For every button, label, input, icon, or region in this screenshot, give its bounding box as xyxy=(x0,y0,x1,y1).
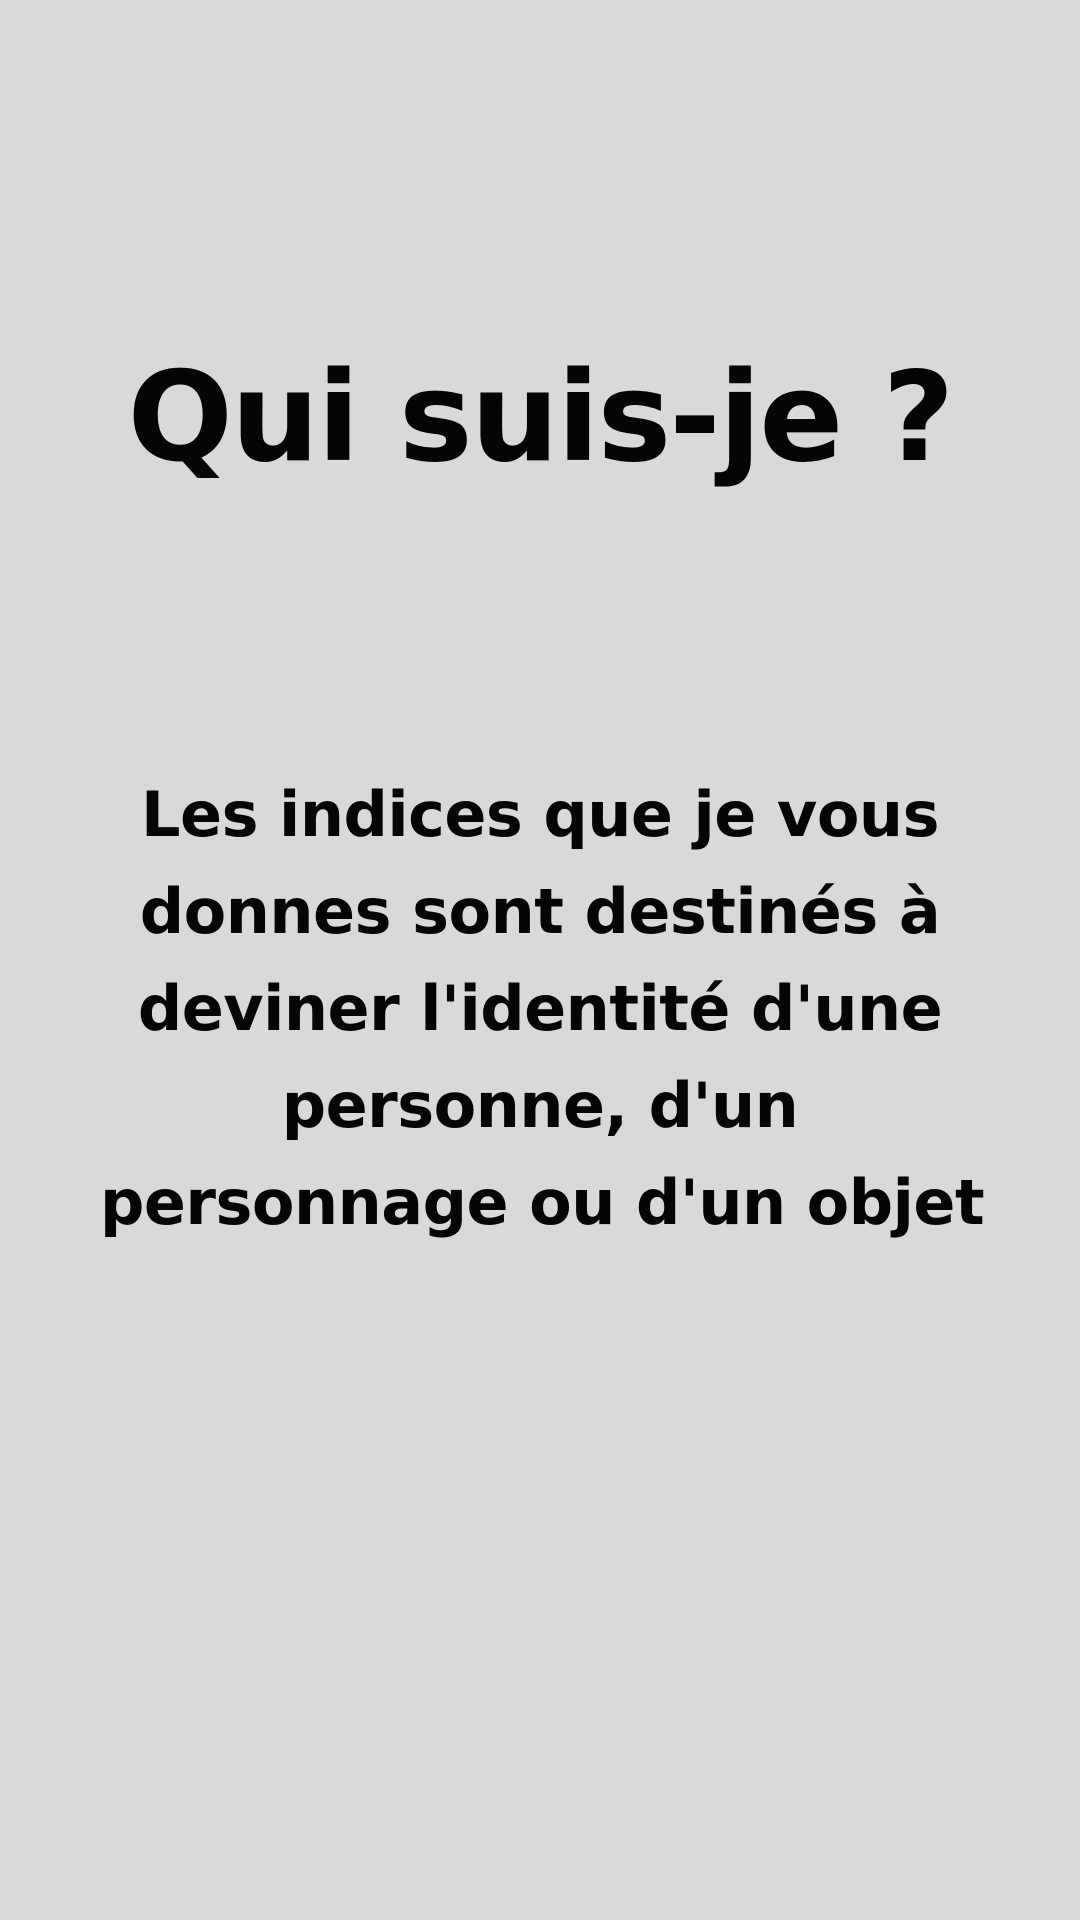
instruction-line-4: personne, d'un xyxy=(281,1069,799,1142)
instruction-line-1: Les indices que je vous xyxy=(141,778,939,851)
instruction-line-5: personnage ou d'un objet xyxy=(100,1166,985,1239)
instruction-text: Les indices que je vous donnes sont dest… xyxy=(100,766,985,1251)
page-title: Qui suis-je ? xyxy=(127,346,955,490)
instruction-line-3: deviner l'identité d'une xyxy=(137,972,943,1045)
instruction-line-2: donnes sont destinés à xyxy=(139,875,941,948)
